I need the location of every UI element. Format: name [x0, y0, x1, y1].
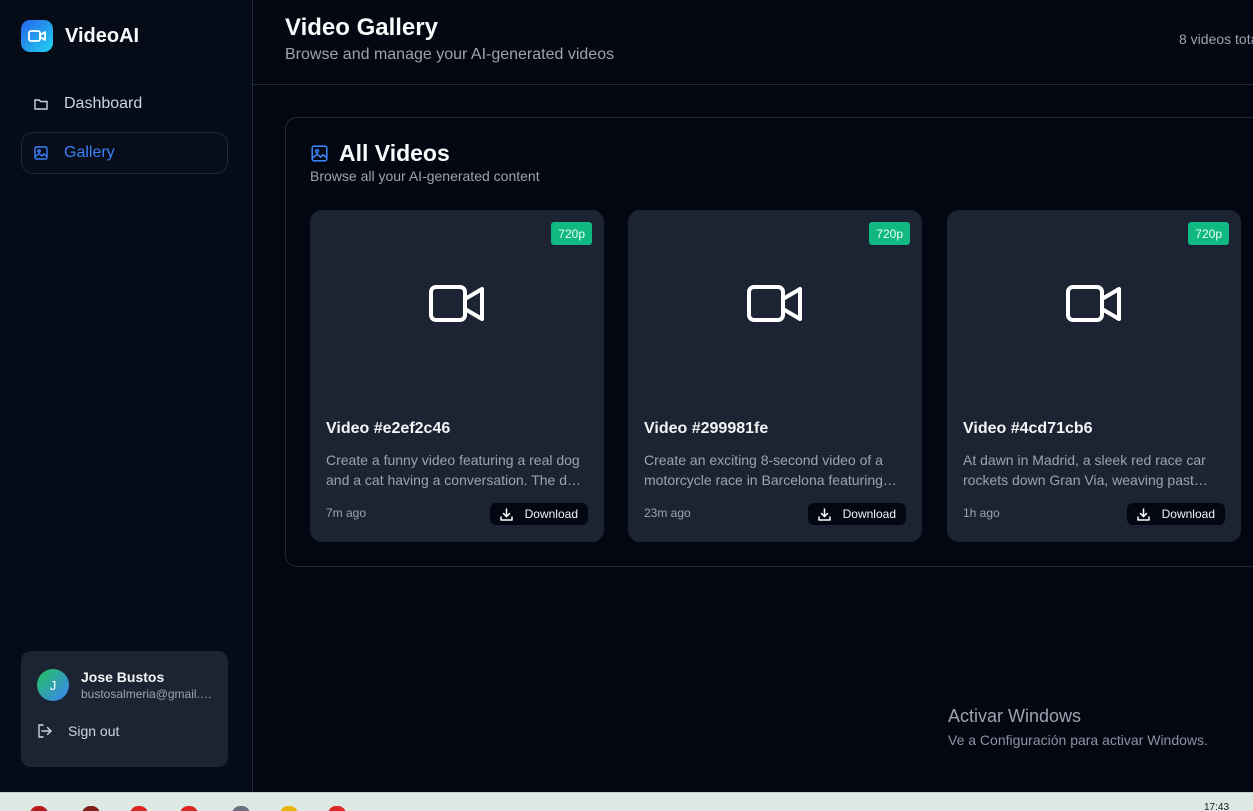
activation-watermark-title: Activar Windows — [948, 706, 1082, 726]
page-header: Video Gallery Browse and manage your AI-… — [253, 0, 1253, 85]
avatar: J — [37, 669, 69, 701]
user-card: J Jose Bustos bustosalmeria@gmail.com Si… — [21, 651, 228, 767]
panel-title: All Videos — [311, 140, 450, 167]
image-icon — [34, 145, 50, 161]
download-icon — [499, 507, 513, 521]
taskbar-app-icon[interactable] — [30, 806, 48, 811]
page-subtitle: Browse and manage your AI-generated vide… — [285, 46, 615, 63]
video-description: Create a funny video featuring a real do… — [326, 452, 583, 488]
video-description: Create an exciting 8-second video of a m… — [644, 452, 883, 488]
sidebar-item-label: Gallery — [64, 144, 115, 161]
page-title: Video Gallery — [285, 14, 438, 41]
video-camera-icon — [1066, 284, 1122, 329]
taskbar: 17:43 — [0, 792, 1253, 811]
taskbar-app-icon[interactable] — [328, 806, 346, 811]
image-icon — [311, 145, 328, 162]
video-timestamp: 1h ago — [963, 506, 1000, 520]
sidebar-item-label: Dashboard — [64, 95, 143, 112]
download-button[interactable]: Download — [489, 503, 588, 525]
activation-watermark-subtitle: Ve a Configuración para activar Windows. — [948, 732, 1208, 748]
download-label: Download — [1161, 507, 1215, 521]
download-button[interactable]: Download — [1126, 503, 1225, 525]
video-card[interactable]: 720p Video #4cd71cb6 At dawn in Madrid, … — [947, 210, 1241, 542]
taskbar-clock[interactable]: 17:43 — [1204, 802, 1229, 811]
video-title: Video #e2ef2c46 — [326, 420, 451, 437]
download-label: Download — [524, 507, 578, 521]
taskbar-app-icon[interactable] — [280, 806, 298, 811]
resolution-badge: 720p — [1188, 222, 1229, 245]
user-name: Jose Bustos — [81, 669, 165, 685]
sidebar: VideoAI Dashboard Gallery J Jose Bustos … — [0, 0, 253, 792]
sidebar-item-gallery[interactable]: Gallery — [21, 132, 228, 174]
folder-icon — [34, 96, 50, 112]
sign-out-label: Sign out — [68, 723, 120, 739]
video-description: At dawn in Madrid, a sleek red race car … — [963, 452, 1206, 488]
sidebar-nav: Dashboard Gallery — [21, 83, 228, 181]
taskbar-app-icon[interactable] — [130, 806, 148, 811]
video-camera-icon — [21, 20, 53, 52]
resolution-badge: 720p — [869, 222, 910, 245]
download-label: Download — [842, 507, 896, 521]
video-title: Video #4cd71cb6 — [963, 420, 1093, 437]
brand-name: VideoAI — [65, 24, 140, 47]
panel-subtitle: Browse all your AI-generated content — [310, 168, 540, 184]
video-count: 8 videos total — [1179, 31, 1253, 47]
taskbar-app-icon[interactable] — [232, 806, 250, 811]
taskbar-app-icon[interactable] — [82, 806, 100, 811]
user-email: bustosalmeria@gmail.com — [81, 687, 216, 701]
sign-out-button[interactable]: Sign out — [37, 723, 119, 739]
resolution-badge: 720p — [551, 222, 592, 245]
sign-out-icon — [37, 724, 52, 738]
video-card[interactable]: 720p Video #299981fe Create an exciting … — [628, 210, 922, 542]
sidebar-item-dashboard[interactable]: Dashboard — [21, 83, 228, 125]
video-card[interactable]: 720p Video #e2ef2c46 Create a funny vide… — [310, 210, 604, 542]
video-camera-icon — [747, 284, 803, 329]
brand[interactable]: VideoAI — [21, 20, 139, 52]
video-timestamp: 23m ago — [644, 506, 691, 520]
taskbar-app-icon[interactable] — [180, 806, 198, 811]
video-timestamp: 7m ago — [326, 506, 367, 520]
download-icon — [817, 507, 831, 521]
panel-title-text: All Videos — [339, 140, 450, 166]
video-camera-icon — [429, 284, 485, 329]
download-button[interactable]: Download — [807, 503, 906, 525]
video-title: Video #299981fe — [644, 420, 769, 437]
download-icon — [1136, 507, 1150, 521]
